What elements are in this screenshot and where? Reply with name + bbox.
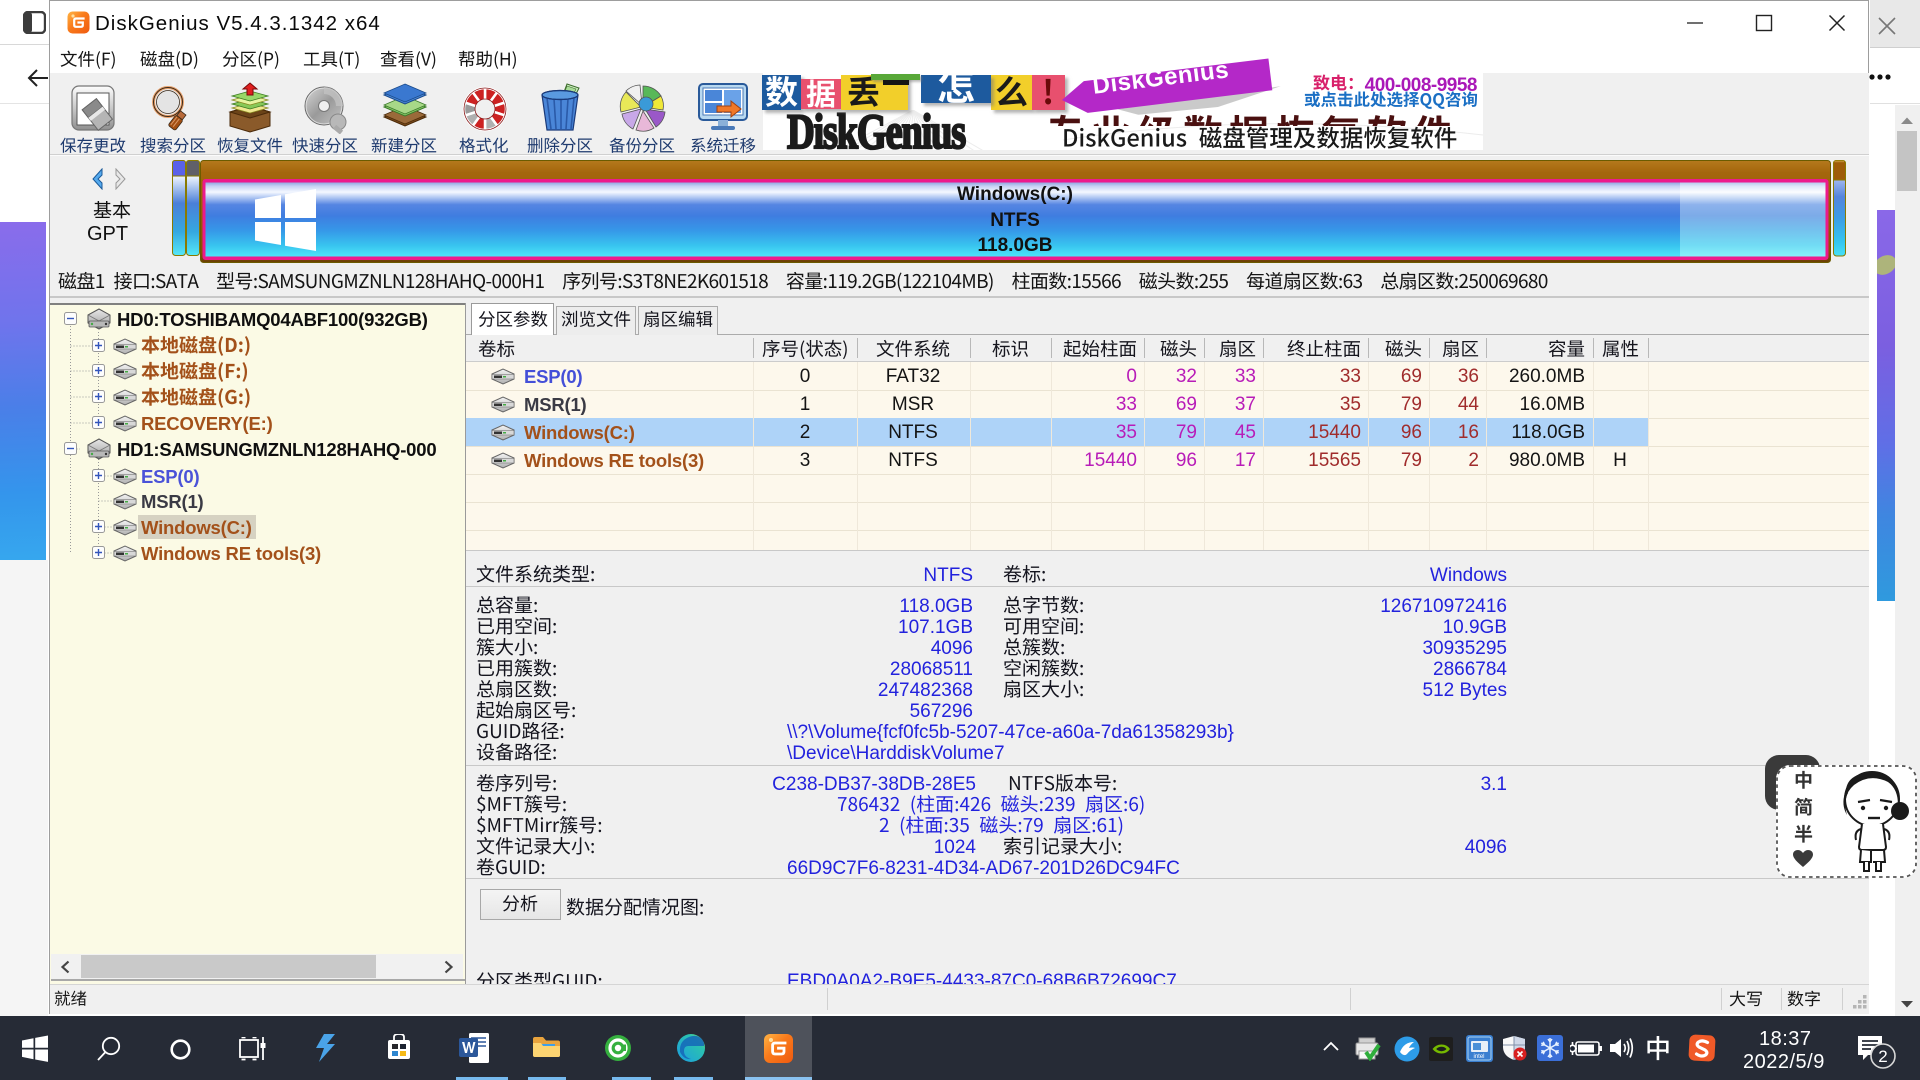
svg-text:intel: intel xyxy=(1473,1054,1484,1060)
svg-text:2: 2 xyxy=(1878,1047,1887,1066)
